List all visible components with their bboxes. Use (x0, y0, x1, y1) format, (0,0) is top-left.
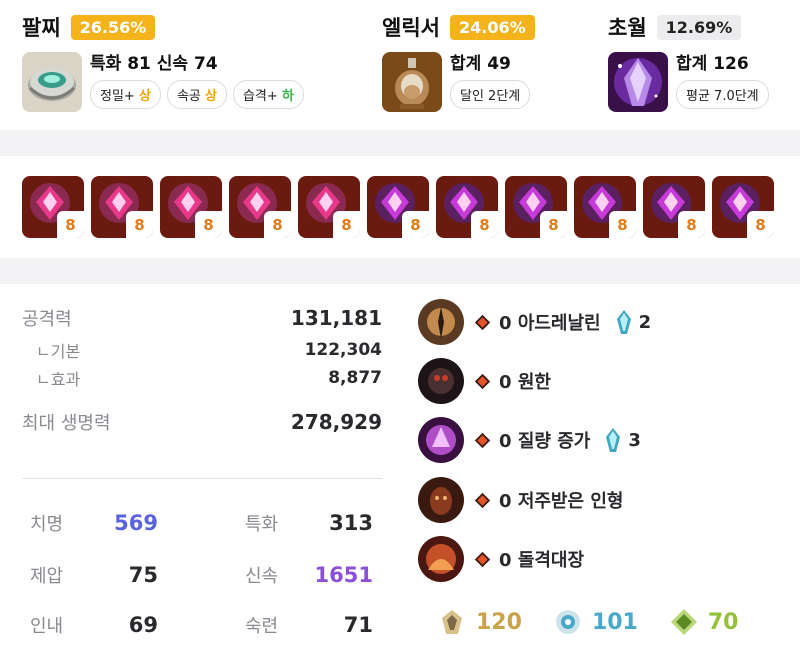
elixir-grade-chip[interactable]: 달인 2단계 (450, 80, 531, 109)
transcendence-average-chip[interactable]: 평균 7.0단계 (676, 80, 769, 109)
bracelet-icon[interactable] (22, 52, 82, 112)
engraving-cursed-doll-icon (418, 477, 464, 523)
evolution-icon (442, 610, 462, 634)
engraving-item[interactable]: 0 질량 증가 3 (418, 417, 641, 463)
gem-slot[interactable]: 8 (367, 176, 429, 238)
engraving-level-icon (474, 373, 491, 389)
gem-level: 8 (402, 211, 429, 238)
bracelet-section: 팔찌 26.56% 특화 81 신속 74 정밀+ 상 속공 상 습격+ 하 (22, 12, 304, 112)
engraving-mass-increase-icon (418, 417, 464, 463)
section-divider (0, 130, 800, 156)
percent-badge: 12.69% (656, 14, 742, 40)
ark-enlightenment[interactable]: 101 (554, 608, 638, 636)
transcendence-icon[interactable] (608, 52, 668, 112)
gem-slot[interactable]: 8 (22, 176, 84, 238)
build-summary: 팔찌 26.56% 특화 81 신속 74 정밀+ 상 속공 상 습격+ 하 엘… (0, 0, 800, 130)
combat-stat-endurance: 인내 69 (30, 613, 158, 637)
gem-level: 8 (471, 211, 498, 238)
engraving-level-icon (474, 432, 491, 448)
gem-level: 8 (747, 211, 774, 238)
gem-level: 8 (126, 211, 153, 238)
elixir-total: 합계 49 (450, 54, 511, 74)
gem-slot[interactable]: 8 (91, 176, 153, 238)
gem-slot[interactable]: 8 (298, 176, 360, 238)
elixir-section: 엘릭서 24.06% 합계 49 달인 2단계 (382, 12, 535, 112)
gem-slot[interactable]: 8 (505, 176, 567, 238)
effect-attack-value: 8,877 (328, 368, 382, 388)
enlightenment-icon (555, 610, 580, 634)
combat-stat-swiftness: 신속 1651 (245, 563, 373, 587)
elixir-icon[interactable] (382, 52, 442, 112)
combat-stat-expertise: 숙련 71 (245, 613, 373, 637)
leap-icon (670, 609, 697, 635)
gem-level: 8 (609, 211, 636, 238)
section-divider (0, 258, 800, 284)
engraving-level-icon (474, 551, 491, 567)
gem-slot[interactable]: 8 (436, 176, 498, 238)
bracelet-effect-chip[interactable]: 속공 상 (166, 80, 227, 109)
ark-passive-points: 120 101 70 (438, 608, 771, 636)
engraving-item[interactable]: 0 아드레날린 2 (418, 299, 651, 345)
attack-label: 공격력 (22, 309, 72, 330)
engraving-level-icon (474, 314, 491, 330)
section-title: 엘릭서 (382, 16, 440, 40)
bracelet-effect-chip[interactable]: 정밀+ 상 (90, 80, 161, 109)
gem-slot[interactable]: 8 (574, 176, 636, 238)
gem-level: 8 (333, 211, 360, 238)
section-title: 초월 (608, 16, 647, 40)
gem-level: 8 (540, 211, 567, 238)
bracelet-effect-chip[interactable]: 습격+ 하 (232, 80, 304, 109)
section-title: 팔찌 (22, 16, 61, 40)
gem-slot[interactable]: 8 (712, 176, 774, 238)
stats-divider (22, 478, 382, 479)
gem-level: 8 (57, 211, 84, 238)
combat-stat-crit: 치명 569 (30, 511, 158, 535)
engraving-raid-captain-icon (418, 536, 464, 582)
attack-value: 131,181 (290, 306, 382, 330)
gem-level: 8 (264, 211, 291, 238)
base-attack-label: ㄴ기본 (36, 342, 81, 361)
basic-stats: 공격력 131,181 ㄴ기본 122,304 ㄴ효과 8,877 최대 생명력… (22, 300, 382, 452)
max-hp-value: 278,929 (290, 410, 382, 434)
engraving-item[interactable]: 0 저주받은 인형 (418, 477, 623, 523)
combat-stat-specialization: 특화 313 (245, 511, 373, 535)
engraving-item[interactable]: 0 돌격대장 (418, 536, 584, 582)
max-hp-label: 최대 생명력 (22, 413, 111, 434)
gem-list: 8 8 8 8 8 8 8 8 8 8 8 (22, 176, 774, 238)
ark-evolution[interactable]: 120 (438, 608, 522, 636)
engraving-adrenaline-icon (418, 299, 464, 345)
percent-badge: 26.56% (70, 14, 156, 40)
engraving-level-icon (474, 492, 491, 508)
ability-stone-icon (616, 310, 631, 334)
combat-stat-domination: 제압 75 (30, 563, 158, 587)
gem-level: 8 (678, 211, 705, 238)
percent-badge: 24.06% (449, 14, 535, 40)
base-attack-value: 122,304 (304, 340, 382, 360)
ability-stone-icon (606, 428, 621, 452)
engraving-grudge-icon (418, 358, 464, 404)
gem-slot[interactable]: 8 (643, 176, 705, 238)
ark-leap[interactable]: 70 (670, 608, 739, 636)
transcendence-section: 초월 12.69% 합계 126 평균 7.0단계 (608, 12, 769, 112)
gem-slot[interactable]: 8 (160, 176, 222, 238)
engraving-item[interactable]: 0 원한 (418, 358, 551, 404)
gem-slot[interactable]: 8 (229, 176, 291, 238)
bracelet-stats: 특화 81 신속 74 (90, 54, 218, 74)
effect-attack-label: ㄴ효과 (36, 370, 81, 389)
gem-level: 8 (195, 211, 222, 238)
transcendence-total: 합계 126 (676, 54, 749, 74)
